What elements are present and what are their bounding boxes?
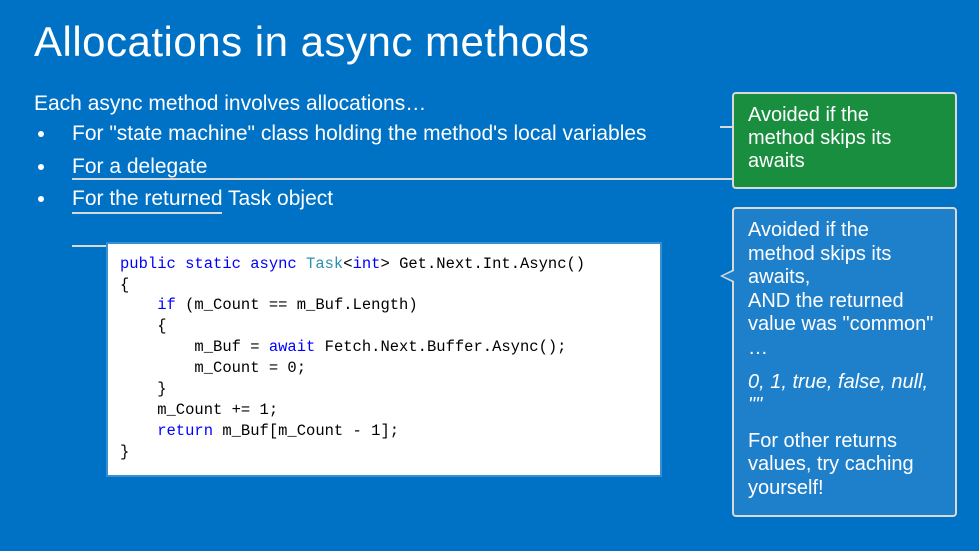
code-text: (m_Count == m_Buf.Length) <box>176 296 418 314</box>
callout-pointer-fill <box>723 271 734 281</box>
bullet-item-3: For the returned Task object <box>34 183 714 216</box>
code-text: m_Buf[m_Count - 1]; <box>213 422 399 440</box>
bullet-dot-icon <box>38 164 44 170</box>
code-text: < <box>343 255 352 273</box>
code-keyword: int <box>353 255 381 273</box>
code-keyword: if <box>120 296 176 314</box>
code-text: { <box>120 276 129 294</box>
code-text: > Get.Next.Int.Async() <box>380 255 585 273</box>
code-text: } <box>120 443 129 461</box>
callout-blue-p2: For other returns values, try caching yo… <box>748 430 941 501</box>
code-text: m_Buf = <box>120 338 269 356</box>
bullet-item-2: For a delegate <box>34 151 714 184</box>
callout-connector-stub <box>720 126 734 128</box>
callout-green: Avoided if the method skips its awaits <box>732 92 957 189</box>
code-text: Fetch.Next.Buffer.Async(); <box>315 338 566 356</box>
left-column: Each async method involves allocations… … <box>34 92 714 517</box>
bullet-dot-icon <box>38 131 44 137</box>
code-keyword: await <box>269 338 316 356</box>
code-keyword: public static async <box>120 255 306 273</box>
code-keyword: return <box>120 422 213 440</box>
bullet-text: For a delegate <box>72 151 207 184</box>
code-block: public static async Task<int> Get.Next.I… <box>106 242 662 477</box>
slide: Allocations in async methods Each async … <box>0 0 979 551</box>
callout-blue-p1: Avoided if the method skips its awaits, … <box>748 219 941 361</box>
right-column: Avoided if the method skips its awaits A… <box>732 92 957 517</box>
bullet-text: For "state machine" class holding the me… <box>72 118 647 151</box>
code-text: { <box>120 317 167 335</box>
code-text: m_Count = 0; <box>120 359 306 377</box>
content-row: Each async method involves allocations… … <box>34 92 945 517</box>
bullet-text: For the returned Task object <box>72 183 333 216</box>
code-text: } <box>120 380 167 398</box>
callout-green-text: Avoided if the method skips its awaits <box>748 104 891 172</box>
callout-blue: Avoided if the method skips its awaits, … <box>732 207 957 517</box>
bullet-item-1: For "state machine" class holding the me… <box>34 118 714 151</box>
code-type: Task <box>306 255 343 273</box>
slide-title: Allocations in async methods <box>34 18 945 66</box>
code-text: m_Count += 1; <box>120 401 278 419</box>
callout-blue-italic: 0, 1, true, false, null, "" <box>748 371 941 418</box>
subheading: Each async method involves allocations… <box>34 92 714 116</box>
bullet-dot-icon <box>38 196 44 202</box>
bullet-list: For "state machine" class holding the me… <box>34 118 714 216</box>
